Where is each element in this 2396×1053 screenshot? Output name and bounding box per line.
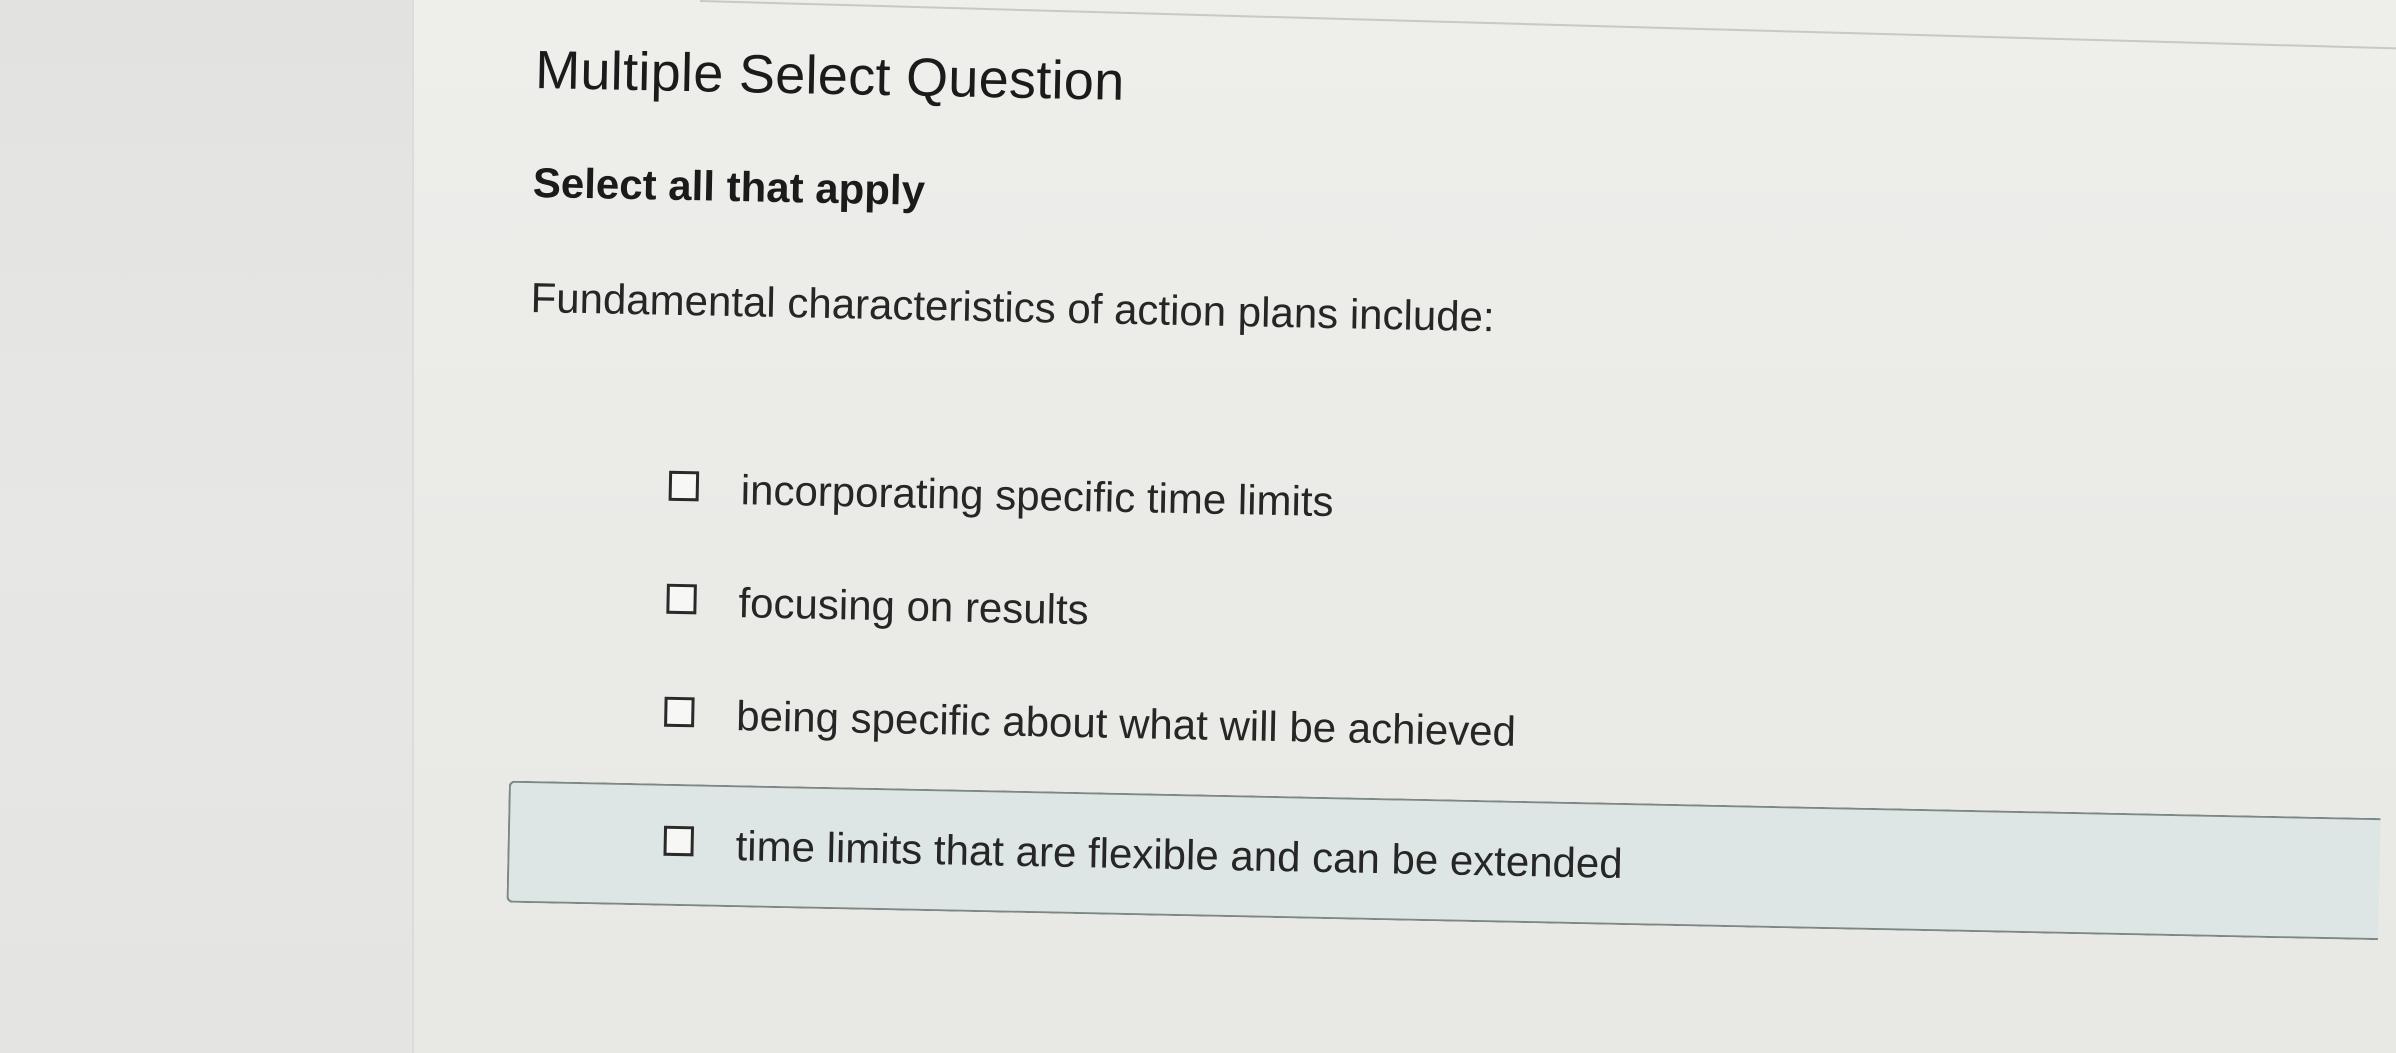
option-2[interactable]: focusing on results bbox=[524, 559, 2385, 676]
left-margin bbox=[0, 0, 412, 1053]
option-label-3: being specific about what will be achiev… bbox=[735, 692, 1517, 755]
option-1[interactable]: incorporating specific time limits bbox=[526, 446, 2387, 563]
option-3[interactable]: being specific about what will be achiev… bbox=[522, 672, 2383, 789]
option-label-1: incorporating specific time limits bbox=[740, 466, 1335, 526]
question-instruction: Select all that apply bbox=[532, 158, 926, 214]
question-content: Multiple Select Question Select all that… bbox=[506, 30, 2396, 973]
checkbox-3[interactable] bbox=[664, 696, 695, 728]
option-4[interactable]: time limits that are flexible and can be… bbox=[506, 780, 2381, 941]
checkbox-2[interactable] bbox=[666, 583, 697, 615]
answer-options: incorporating specific time limits focus… bbox=[506, 446, 2387, 941]
checkbox-1[interactable] bbox=[668, 470, 700, 502]
option-label-2: focusing on results bbox=[738, 579, 1090, 634]
checkbox-4[interactable] bbox=[663, 825, 695, 857]
option-label-4: time limits that are flexible and can be… bbox=[735, 822, 1624, 887]
question-prompt: Fundamental characteristics of action pl… bbox=[530, 273, 1496, 341]
